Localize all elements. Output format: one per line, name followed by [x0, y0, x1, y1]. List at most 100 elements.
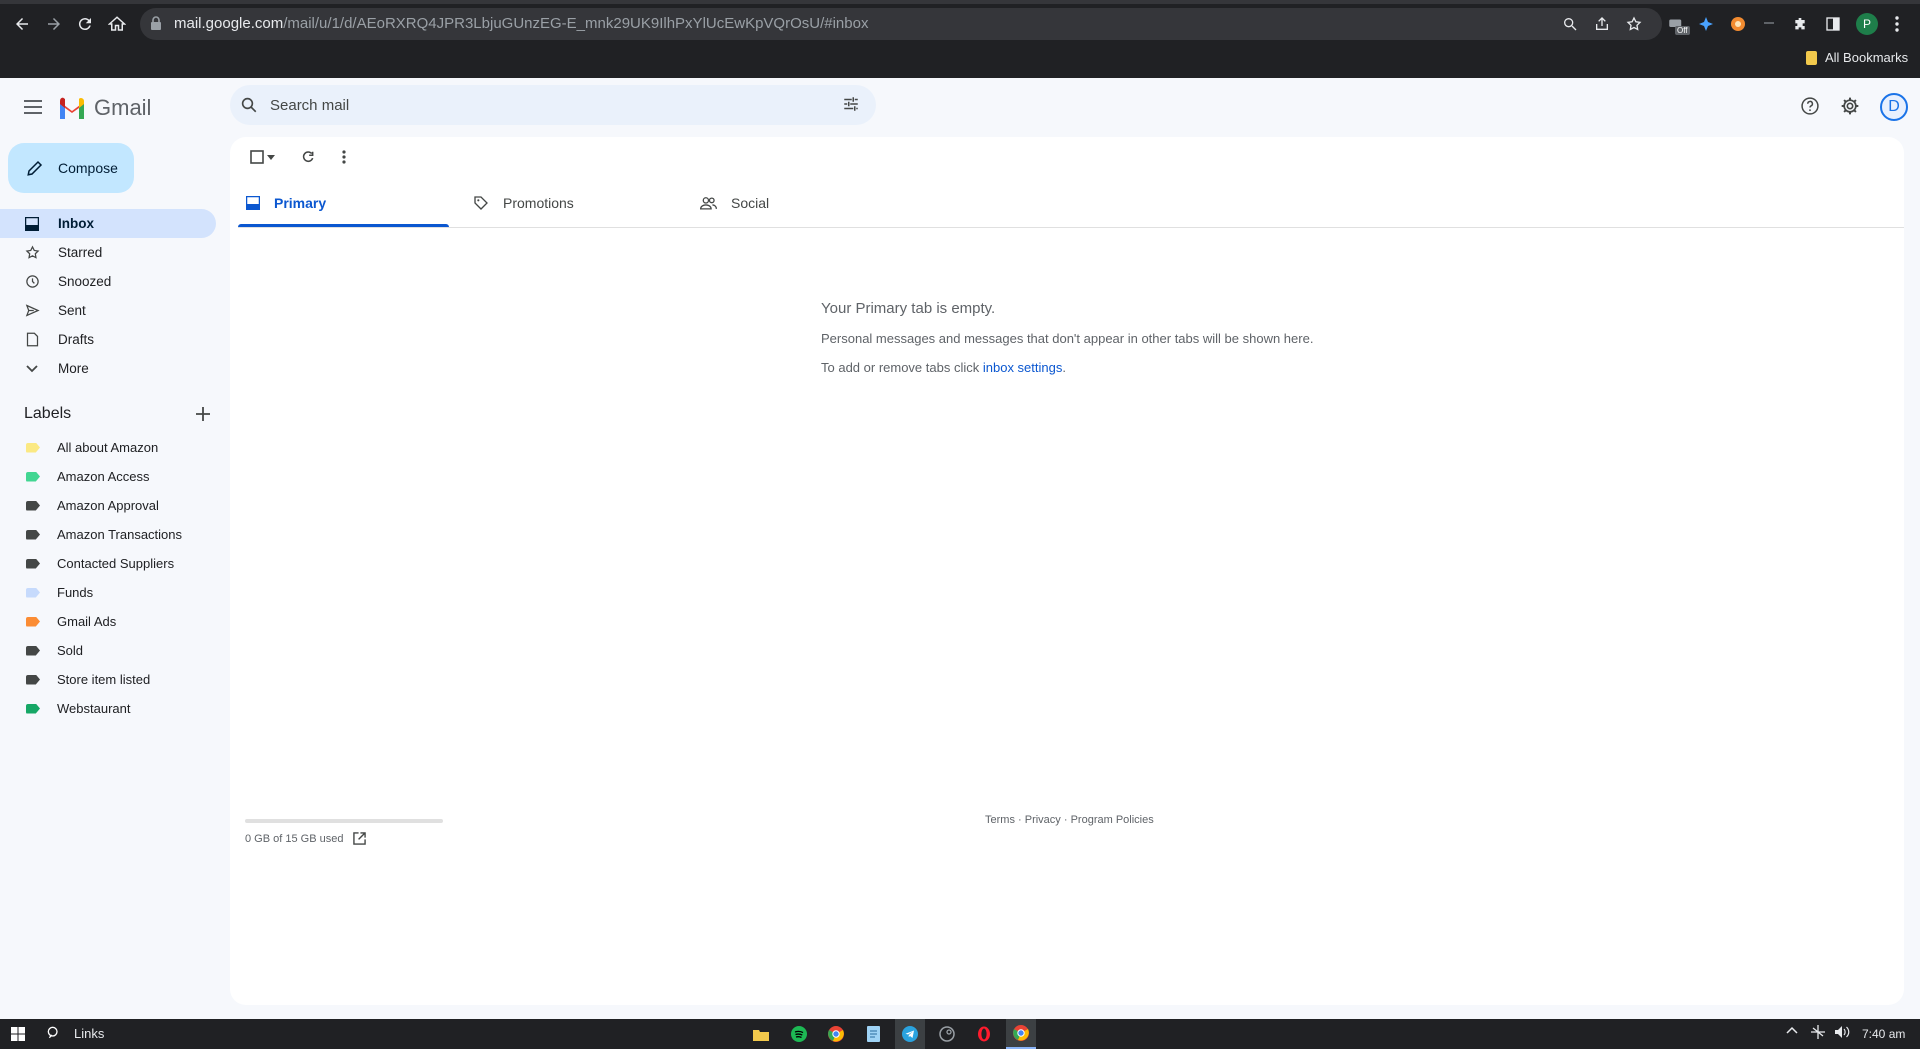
- label-item-amazon-transactions[interactable]: Amazon Transactions: [0, 520, 216, 549]
- main-menu-icon[interactable]: [18, 92, 48, 122]
- search-input[interactable]: Search mail: [270, 97, 349, 114]
- notepad-icon[interactable]: [858, 1019, 888, 1049]
- label-name: Webstaurant: [57, 701, 131, 716]
- label-tag-icon: [26, 442, 40, 453]
- label-item-store-item-listed[interactable]: Store item listed: [0, 665, 216, 694]
- label-item-all-about-amazon[interactable]: All about Amazon: [0, 433, 216, 462]
- gmail-logo[interactable]: Gmail: [58, 95, 151, 121]
- sidebar-item-drafts[interactable]: Drafts: [0, 325, 216, 354]
- back-icon[interactable]: [8, 10, 36, 38]
- tab-promotions[interactable]: Promotions: [473, 180, 574, 226]
- forward-icon[interactable]: [40, 10, 68, 38]
- tab-strip: [0, 0, 1920, 4]
- tab-primary[interactable]: Primary: [246, 180, 326, 226]
- empty-state-description: Personal messages and messages that don'…: [821, 331, 1314, 346]
- more-options-icon[interactable]: [331, 144, 357, 170]
- add-label-icon[interactable]: [196, 407, 210, 421]
- extension-blue-icon[interactable]: [1693, 11, 1719, 37]
- network-icon[interactable]: [1810, 1024, 1826, 1040]
- zoom-icon[interactable]: [1557, 11, 1583, 37]
- telegram-icon[interactable]: [895, 1019, 925, 1049]
- kebab-menu-icon[interactable]: [1884, 11, 1910, 37]
- sidebar-item-snoozed[interactable]: Snoozed: [0, 267, 216, 296]
- share-icon[interactable]: [1589, 11, 1615, 37]
- profile-avatar[interactable]: P: [1856, 13, 1878, 35]
- terms-link[interactable]: Terms: [985, 814, 1015, 826]
- file-explorer-icon[interactable]: [746, 1019, 776, 1049]
- side-panel-icon[interactable]: [1820, 11, 1846, 37]
- home-icon[interactable]: [103, 10, 131, 38]
- labels-title: Labels: [24, 405, 72, 422]
- spotify-icon[interactable]: [784, 1019, 814, 1049]
- tab-label: Social: [731, 195, 770, 211]
- label-item-amazon-approval[interactable]: Amazon Approval: [0, 491, 216, 520]
- storage-usage-text: 0 GB of 15 GB used: [245, 832, 344, 845]
- taskbar-search-icon: [47, 1026, 58, 1039]
- windows-start-icon[interactable]: [3, 1019, 33, 1049]
- sidebar-item-inbox[interactable]: Inbox: [0, 209, 216, 238]
- clock-time[interactable]: 7:40 am: [1862, 1027, 1905, 1041]
- extension-orange-icon[interactable]: [1725, 11, 1751, 37]
- label-tag-icon: [26, 587, 40, 598]
- settings-gear-icon[interactable]: [1837, 93, 1863, 119]
- tray-chevron-up-icon[interactable]: [1786, 1026, 1798, 1034]
- label-item-gmail-ads[interactable]: Gmail Ads: [0, 607, 216, 636]
- chrome-icon[interactable]: [821, 1019, 851, 1049]
- url-text[interactable]: mail.google.com/mail/u/1/d/AEoRXRQ4JPR3L…: [174, 15, 868, 32]
- label-name: All about Amazon: [57, 440, 159, 455]
- sidebar-item-sent[interactable]: Sent: [0, 296, 216, 325]
- extension-dash-icon[interactable]: [1757, 11, 1783, 37]
- url-host: mail.google.com: [174, 15, 284, 32]
- chevron-down-icon: [24, 361, 40, 377]
- label-tag-icon: [26, 471, 40, 482]
- label-item-funds[interactable]: Funds: [0, 578, 216, 607]
- label-item-sold[interactable]: Sold: [0, 636, 216, 665]
- inbox-icon: [24, 216, 40, 232]
- reload-icon[interactable]: [71, 10, 99, 38]
- label-item-contacted-suppliers[interactable]: Contacted Suppliers: [0, 549, 216, 578]
- people-icon: [700, 196, 717, 210]
- label-item-webstaurant[interactable]: Webstaurant: [0, 694, 216, 723]
- url-path: /mail/u/1/d/AEoRXRQ4JPR3LbjuGUnzEG-E_mnk…: [283, 15, 869, 32]
- tabs-divider: [238, 227, 1904, 228]
- opera-icon[interactable]: [969, 1019, 999, 1049]
- search-icon[interactable]: [240, 96, 258, 114]
- select-dropdown-icon[interactable]: [263, 144, 279, 170]
- main-panel: [230, 137, 1904, 1005]
- refresh-icon[interactable]: [295, 144, 321, 170]
- label-item-amazon-access[interactable]: Amazon Access: [0, 462, 216, 491]
- search-options-icon[interactable]: [842, 95, 860, 113]
- draft-icon: [24, 332, 40, 348]
- sidebar-item-label: More: [58, 361, 89, 376]
- tab-label: Promotions: [503, 195, 574, 211]
- bookmark-star-icon[interactable]: [1621, 11, 1647, 37]
- taskbar-search-label: Links: [74, 1025, 105, 1041]
- account-avatar[interactable]: D: [1880, 93, 1908, 121]
- compose-label: Compose: [58, 160, 118, 176]
- label-name: Store item listed: [57, 672, 151, 687]
- program-policies-link[interactable]: Program Policies: [1071, 814, 1154, 826]
- help-icon[interactable]: [1797, 93, 1823, 119]
- extension-cart-icon[interactable]: Off: [1663, 11, 1690, 37]
- taskbar-search[interactable]: Links: [46, 1025, 104, 1041]
- open-in-new-icon[interactable]: [353, 832, 367, 845]
- puzzle-icon[interactable]: [1787, 11, 1813, 37]
- storage-usage: 0 GB of 15 GB used: [245, 832, 367, 845]
- label-name: Gmail Ads: [57, 614, 117, 629]
- sidebar-item-label: Starred: [58, 245, 103, 260]
- chrome-active-icon[interactable]: [1006, 1019, 1036, 1049]
- label-name: Sold: [57, 643, 84, 658]
- empty-state-hint: To add or remove tabs click inbox settin…: [821, 360, 1313, 375]
- steam-icon[interactable]: [932, 1019, 962, 1049]
- sidebar-item-more[interactable]: More: [0, 354, 216, 383]
- compose-button[interactable]: Compose: [8, 143, 134, 193]
- lock-icon[interactable]: [150, 16, 162, 30]
- clock-icon: [24, 274, 40, 290]
- inbox-settings-link[interactable]: inbox settings: [983, 360, 1063, 375]
- sidebar-item-starred[interactable]: Starred: [0, 238, 216, 267]
- privacy-link[interactable]: Privacy: [1025, 814, 1061, 826]
- volume-icon[interactable]: [1834, 1025, 1850, 1039]
- tab-social[interactable]: Social: [700, 180, 769, 226]
- label-tag-icon: [26, 703, 40, 714]
- all-bookmarks[interactable]: All Bookmarks: [1806, 50, 1908, 65]
